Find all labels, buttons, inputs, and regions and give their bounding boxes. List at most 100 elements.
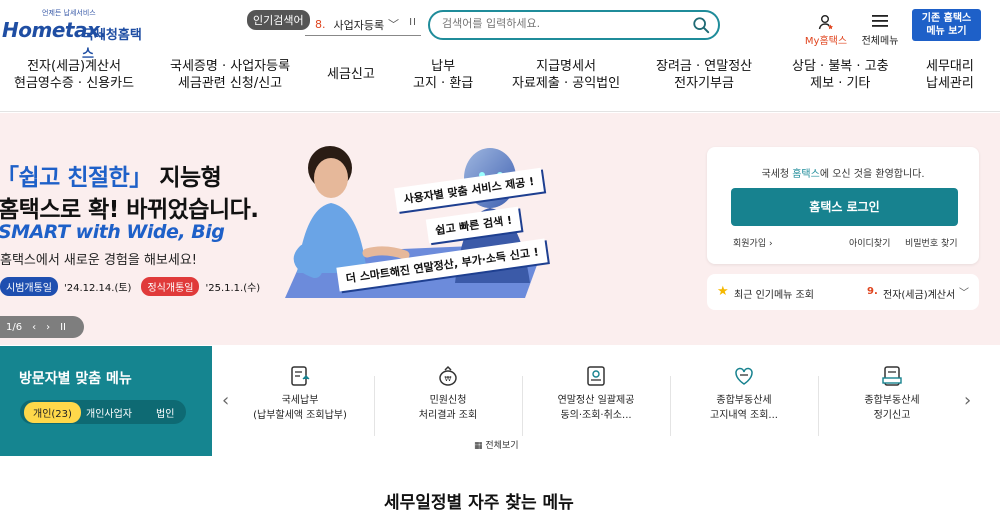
legacy-menu-line2: 메뉴 보기: [926, 26, 967, 37]
grid-icon: ▦: [474, 441, 483, 451]
hero-headline-accent: 「쉽고 친절한」: [0, 165, 152, 191]
official-date: '25.1.1.(수): [205, 283, 261, 294]
my-hometax-button[interactable]: My홈택스: [803, 14, 849, 47]
nav-item-label: 전자(세금)계산서: [27, 59, 121, 74]
logo-tagline: 언제든 납세서비스: [42, 9, 96, 17]
nav-item-tax-return[interactable]: 세금신고: [327, 66, 375, 83]
popular-search-term: 사업자등록: [333, 18, 385, 32]
nav-item-sublabel: 세금관련 신청/신고: [177, 76, 283, 91]
logo[interactable]: 언제든 납세서비스 Hometax. 국세청홈택스: [2, 8, 152, 62]
tax-payment-icon: [291, 366, 310, 386]
hero-description: 홈택스에서 새로운 경험을 해보세요!: [0, 253, 198, 268]
all-menu-label: 전체메뉴: [861, 36, 899, 47]
popular-menu-ticker[interactable]: ★ 최근 인기메뉴 조회 9. 전자(세금)계산서 ﹀: [707, 274, 979, 310]
pilot-badge: 시범개통일: [0, 277, 58, 296]
nav-item-payment[interactable]: 납부 고지 · 환급: [413, 58, 473, 92]
hero-banner[interactable]: 「쉽고 친절한」 지능형 홈택스로 확! 바뀌었습니다. SMART with …: [0, 113, 1000, 345]
nav-item-sublabel: 현금영수증 · 신용카드: [14, 76, 135, 91]
header: 언제든 납세서비스 Hometax. 국세청홈택스 인기검색어 8. 사업자등록…: [0, 0, 1000, 112]
welcome-post: 에 오신 것을 환영합니다.: [819, 169, 925, 180]
nav-item-certificates[interactable]: 국세증명 · 사업자등록 세금관련 신청/신고: [170, 58, 290, 92]
hero-english-tagline: SMART with Wide, Big: [0, 221, 225, 243]
main-navigation: 전자(세금)계산서 현금영수증 · 신용카드 국세증명 · 사업자등록 세금관련…: [0, 58, 1000, 98]
prev-icon[interactable]: ‹: [32, 322, 36, 333]
legacy-menu-button[interactable]: 기존 홈택스 메뉴 보기: [912, 9, 981, 41]
search-box: [428, 10, 720, 40]
search-input[interactable]: [442, 17, 682, 30]
signup-link[interactable]: 회원가입 ›: [733, 236, 773, 249]
popular-menu-value: 전자(세금)계산서: [883, 290, 956, 301]
service-civil-request[interactable]: ₩ 민원신청 처리결과 조회: [374, 364, 522, 423]
service-label: 종합부동산세: [864, 395, 920, 406]
service-sublabel: 동의·조회·취소...: [560, 410, 632, 421]
visitor-tabs: 개인(23) 개인사업자 법인: [20, 400, 186, 424]
nav-item-payment-statement[interactable]: 지급명세서 자료제출 · 공익법인: [512, 58, 620, 92]
pause-icon[interactable]: II: [60, 322, 66, 333]
all-menu-button[interactable]: 전체메뉴: [858, 14, 902, 47]
welcome-highlight: 홈택스: [792, 169, 820, 180]
service-property-tax-report[interactable]: 종합부동산세 정기신고: [818, 364, 966, 423]
chevron-down-icon[interactable]: ﹀: [388, 16, 399, 32]
chevron-right-icon: ›: [769, 239, 773, 249]
nav-item-label: 납부: [431, 59, 456, 74]
nav-item-sublabel: 제보 · 기타: [810, 76, 871, 91]
tab-sole-proprietor[interactable]: 개인사업자: [86, 405, 132, 420]
next-icon[interactable]: ›: [46, 322, 50, 333]
nav-item-incentive[interactable]: 장려금 · 연말정산 전자기부금: [656, 58, 752, 92]
service-label: 종합부동산세: [716, 395, 772, 406]
carousel-counter: 1/6: [6, 321, 23, 333]
nav-item-label: 지급명세서: [536, 59, 596, 74]
view-all-button[interactable]: ▦ 전체보기: [474, 438, 519, 451]
service-property-tax-notice[interactable]: 종합부동산세 고지내역 조회...: [670, 364, 818, 423]
popular-menu-label: 최근 인기메뉴 조회: [734, 290, 814, 301]
service-sublabel: 정기신고: [873, 410, 911, 421]
service-tax-payment[interactable]: 국세납부 (납부할세액 조회납부): [226, 364, 374, 423]
popular-search-select[interactable]: 8. 사업자등록 ﹀ II: [305, 14, 421, 36]
welcome-pre: 국세청: [761, 169, 793, 180]
hero-headline-rest: 지능형: [151, 165, 222, 191]
tab-individual[interactable]: 개인(23): [24, 402, 81, 423]
my-hometax-label: My홈택스: [804, 36, 848, 47]
legacy-menu-line1: 기존 홈택스: [921, 13, 972, 24]
pause-icon[interactable]: II: [409, 17, 417, 28]
signup-label: 회원가입: [733, 239, 767, 249]
nav-item-label: 장려금 · 연말정산: [656, 59, 753, 74]
civil-request-icon: ₩: [439, 365, 457, 386]
hero-dates: 시범개통일 '24.12.14.(토) 정식개통일 '25.1.1.(수): [0, 277, 270, 296]
nav-item-consulting[interactable]: 상담 · 불복 · 고충 제보 · 기타: [792, 58, 889, 92]
nav-item-label: 세금신고: [327, 67, 375, 82]
login-welcome: 국세청 홈택스에 오신 것을 환영합니다.: [707, 165, 979, 180]
star-icon: ★: [717, 284, 729, 299]
view-all-label: 전체보기: [485, 441, 519, 451]
popular-menu-rank: 9.: [867, 286, 878, 297]
nav-item-e-invoice[interactable]: 전자(세금)계산서 현금영수증 · 신용카드: [14, 58, 134, 92]
nav-item-sublabel: 고지 · 환급: [413, 76, 474, 91]
tab-corporation[interactable]: 법인: [156, 405, 174, 420]
nav-item-sublabel: 전자기부금: [674, 76, 734, 91]
popular-search-rank: 8.: [315, 18, 326, 31]
login-panel: 국세청 홈택스에 오신 것을 환영합니다. 홈택스 로그인 회원가입 › 아이디…: [707, 147, 979, 264]
nav-item-label: 세무대리: [926, 59, 974, 74]
nav-item-label: 국세증명 · 사업자등록: [170, 59, 291, 74]
property-tax-notice-icon: [735, 367, 753, 385]
search-icon[interactable]: [692, 16, 710, 34]
popular-search-label: 인기검색어: [247, 10, 310, 30]
find-id-link[interactable]: 아이디찾기: [849, 236, 890, 249]
svg-text:₩: ₩: [445, 375, 452, 383]
nav-item-label: 상담 · 불복 · 고충: [792, 59, 889, 74]
carousel-pager: 1/6 ‹ › II: [0, 316, 84, 338]
service-year-end[interactable]: 연말정산 일괄제공 동의·조회·취소...: [522, 364, 670, 423]
service-label: 민원신청: [429, 395, 467, 406]
find-password-link[interactable]: 비밀번호 찾기: [905, 236, 958, 249]
chevron-down-icon[interactable]: ﹀: [959, 284, 969, 299]
hero-headline-line1: 「쉽고 친절한」 지능형: [0, 158, 222, 192]
service-sublabel: 고지내역 조회...: [710, 410, 778, 421]
pilot-date: '24.12.14.(토): [64, 283, 132, 294]
nav-item-sublabel: 납세관리: [926, 76, 974, 91]
user-icon: [818, 15, 833, 30]
property-tax-report-icon: [882, 366, 902, 386]
service-label: 연말정산 일괄제공: [557, 395, 635, 406]
nav-item-tax-agent[interactable]: 세무대리 납세관리: [926, 58, 974, 92]
service-sublabel: (납부할세액 조회납부): [253, 410, 347, 421]
login-button[interactable]: 홈택스 로그인: [731, 188, 958, 226]
